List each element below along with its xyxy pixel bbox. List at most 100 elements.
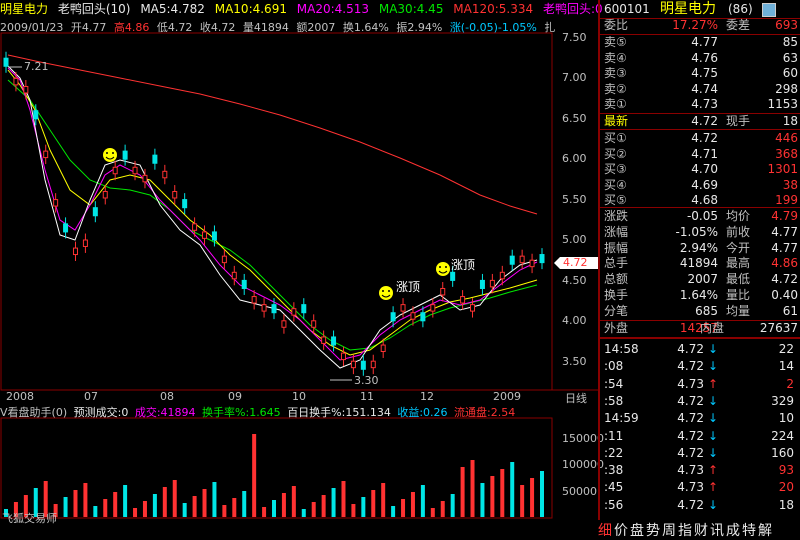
kline-chart-area[interactable]: 明星电力 老鸭回头(10) MA5:4.782 MA10:4.691 MA20:…	[0, 0, 604, 540]
candle-body	[152, 154, 158, 164]
stat-value: 2007	[687, 272, 718, 287]
quote-panel: 600101 明星电力 (86) 委比 17.27% 委差 693 卖⑤ 4.77…	[598, 0, 800, 540]
weicha-label: 委差	[726, 18, 751, 32]
stat-value: 4.86	[771, 256, 798, 271]
volume-bar	[152, 494, 157, 517]
stat-row: 涨跌 -0.05 均价 4.79	[600, 209, 800, 224]
tick-row: :11 4.72 ↓ 224	[600, 428, 800, 444]
tick-volume: 2	[786, 376, 794, 391]
stat-row: 换手 1.64% 量比 0.40	[600, 288, 800, 303]
candle-body	[13, 77, 19, 86]
tick-volume: 160	[771, 445, 794, 460]
candle-body	[82, 239, 88, 247]
signal-label-1: 涨顶	[396, 280, 421, 294]
arrow-down-icon: ↓	[708, 428, 719, 443]
low-annotation: 3.30	[354, 374, 379, 387]
candle-body	[231, 271, 237, 280]
tick-volume: 224	[771, 428, 794, 443]
volume-bar	[490, 476, 495, 517]
volume-bar	[192, 496, 197, 517]
bottom-tab[interactable]: 周	[662, 520, 676, 540]
bottom-tab-bar: 细价盘势周指财讯成特解	[598, 520, 800, 540]
outer-label: 外盘	[604, 321, 629, 335]
candle-body	[410, 312, 416, 320]
window-icon[interactable]	[762, 3, 776, 17]
candle-body	[529, 259, 535, 268]
stat-value: 685	[695, 303, 718, 318]
tick-row: :45 4.73 ↑ 20	[600, 479, 800, 495]
tick-price: 4.72	[677, 428, 704, 443]
sell-order-row: 卖① 4.73 1153	[600, 97, 800, 112]
order-volume: 446	[775, 131, 798, 145]
candle-body	[460, 296, 466, 304]
candle-body	[33, 110, 39, 120]
volume-bar	[202, 489, 207, 517]
bottom-tab[interactable]: 讯	[710, 520, 724, 540]
bottom-tab[interactable]: 指	[678, 520, 692, 540]
tick-time: :54	[604, 376, 624, 391]
stat-value: 61	[782, 303, 798, 318]
candle-body	[400, 304, 406, 312]
volume-bar	[430, 508, 435, 517]
signal-label-2: 涨顶	[451, 258, 476, 272]
volume-bar	[510, 462, 515, 517]
bottom-tab[interactable]: 盘	[630, 520, 644, 540]
bottom-tab[interactable]: 成	[726, 520, 740, 540]
brand-label: 飞狐交易师	[2, 512, 57, 525]
stat-label: 均价	[726, 209, 751, 223]
time-tick: 2008	[6, 390, 34, 403]
stat-label: 均量	[726, 303, 751, 318]
high-annotation: 7.21	[24, 60, 49, 73]
divider	[600, 129, 800, 130]
tick-row: :38 4.73 ↑ 93	[600, 462, 800, 478]
volume-bar	[450, 494, 455, 517]
volume-bar	[440, 501, 445, 517]
order-volume: 63	[782, 50, 798, 65]
price-tick: 5.50	[562, 193, 587, 206]
time-tick: 10	[292, 390, 306, 403]
volume-bar	[361, 497, 366, 517]
arrow-down-icon: ↓	[708, 359, 719, 374]
candle-body	[92, 207, 98, 217]
volume-bar	[63, 497, 68, 517]
stat-value: 4.72	[771, 272, 798, 287]
candle-body	[539, 254, 545, 264]
volume-tick: 50000	[562, 485, 597, 498]
candle-body	[271, 304, 277, 314]
stat-row: 总额 2007 最低 4.72	[600, 272, 800, 287]
volume-bar	[142, 501, 147, 517]
weibi-label: 委比	[604, 18, 629, 32]
stat-label: 今开	[726, 240, 751, 255]
order-price: 4.72	[691, 131, 718, 145]
volume-bar	[252, 434, 257, 517]
tick-volume: 18	[778, 497, 794, 512]
arrow-down-icon: ↓	[708, 411, 719, 426]
stat-label: 总手	[604, 256, 629, 271]
candle-body	[53, 199, 59, 207]
volume-bar	[321, 495, 326, 517]
bottom-tab[interactable]: 势	[646, 520, 660, 540]
order-label: 卖③	[604, 66, 627, 80]
ma5-line	[7, 65, 538, 369]
tick-time: 14:58	[604, 342, 639, 356]
smiley-icon	[436, 262, 450, 276]
tick-time: :08	[604, 359, 624, 374]
bottom-tab[interactable]: 特	[742, 520, 756, 540]
volume-bar	[391, 506, 396, 517]
bottom-tab[interactable]: 财	[694, 520, 708, 540]
volume-bar	[162, 487, 167, 517]
stat-label: 量比	[726, 288, 751, 302]
tick-time: :38	[604, 463, 624, 478]
bottom-tab[interactable]: 价	[614, 520, 628, 540]
candle-body	[63, 223, 69, 233]
order-label: 买⑤	[604, 193, 627, 207]
chart-canvas[interactable]	[0, 0, 598, 540]
bottom-tab[interactable]: 细	[598, 520, 612, 540]
volume-bar	[420, 485, 425, 517]
divider	[600, 207, 800, 208]
volume-bar	[281, 493, 286, 517]
bottom-tab[interactable]: 解	[758, 520, 772, 540]
order-label: 买①	[604, 131, 627, 145]
candle-body	[172, 191, 178, 199]
time-tick: 09	[228, 390, 242, 403]
